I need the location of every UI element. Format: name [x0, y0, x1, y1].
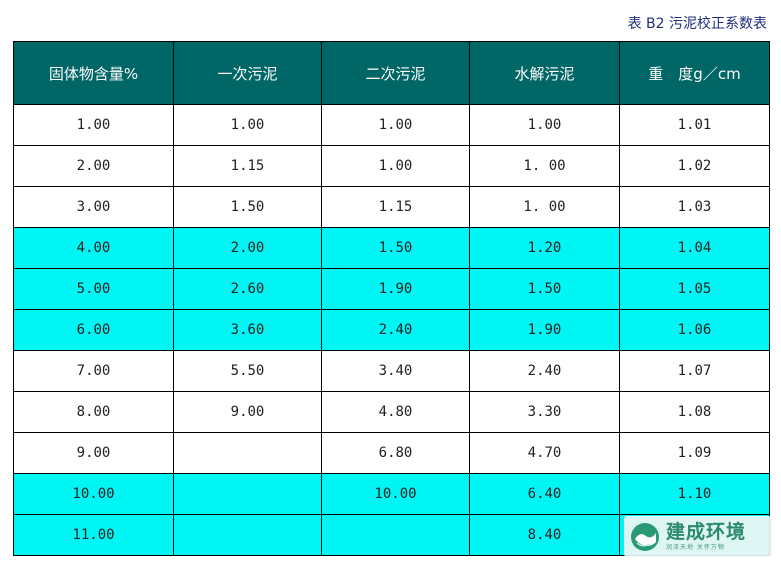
watermark-slogan: 润泽天地 关怀万物 [666, 543, 725, 551]
wave-logo-icon [631, 522, 659, 551]
cell-secondary-sludge: 1.50 [321, 227, 470, 269]
cell-density: 1.09 [619, 432, 770, 474]
table-row: 4.00 2.00 1.50 1.20 1.04 [13, 227, 770, 269]
cell-primary-sludge: 9.00 [173, 391, 322, 433]
cell-hydrolysis-sludge: 1.20 [469, 227, 620, 269]
cell-density: 1.01 [619, 104, 770, 146]
cell-secondary-sludge: 4.80 [321, 391, 470, 433]
header-row: 固体物含量% 一次污泥 二次污泥 水解污泥 重 度g／cm [13, 41, 770, 105]
table-row: 7.00 5.50 3.40 2.40 1.07 [13, 350, 770, 392]
cell-solid-content: 5.00 [13, 268, 174, 310]
cell-hydrolysis-sludge: 6.40 [469, 473, 620, 515]
cell-density: 1.02 [619, 145, 770, 187]
cell-primary-sludge: 1.15 [173, 145, 322, 187]
cell-secondary-sludge: 1.00 [321, 104, 470, 146]
table-row: 10.00 10.00 6.40 1.10 [13, 473, 770, 515]
cell-secondary-sludge: 3.40 [321, 350, 470, 392]
cell-density: 1.03 [619, 186, 770, 228]
header-hydrolysis-sludge: 水解污泥 [469, 41, 620, 105]
cell-primary-sludge [173, 514, 322, 556]
cell-density: 1.05 [619, 268, 770, 310]
table-caption: 表 B2 污泥校正系数表 [627, 16, 767, 32]
cell-primary-sludge: 3.60 [173, 309, 322, 351]
cell-solid-content: 4.00 [13, 227, 174, 269]
cell-solid-content: 10.00 [13, 473, 174, 515]
cell-secondary-sludge [321, 514, 470, 556]
cell-primary-sludge: 1.00 [173, 104, 322, 146]
header-secondary-sludge: 二次污泥 [321, 41, 470, 105]
cell-solid-content: 9.00 [13, 432, 174, 474]
cell-primary-sludge [173, 473, 322, 515]
cell-primary-sludge: 2.60 [173, 268, 322, 310]
cell-density: 1.04 [619, 227, 770, 269]
cell-hydrolysis-sludge: 1. 00 [469, 186, 620, 228]
cell-solid-content: 1.00 [13, 104, 174, 146]
cell-hydrolysis-sludge: 4.70 [469, 432, 620, 474]
table-row: 3.00 1.50 1.15 1. 00 1.03 [13, 186, 770, 228]
header-primary-sludge: 一次污泥 [173, 41, 322, 105]
cell-solid-content: 8.00 [13, 391, 174, 433]
cell-secondary-sludge: 2.40 [321, 309, 470, 351]
cell-solid-content: 3.00 [13, 186, 174, 228]
cell-secondary-sludge: 1.90 [321, 268, 470, 310]
table-row: 5.00 2.60 1.90 1.50 1.05 [13, 268, 770, 310]
cell-density: 1.06 [619, 309, 770, 351]
cell-density: 1.07 [619, 350, 770, 392]
cell-solid-content: 2.00 [13, 145, 174, 187]
cell-solid-content: 11.00 [13, 514, 174, 556]
table-row: 8.00 9.00 4.80 3.30 1.08 [13, 391, 770, 433]
cell-primary-sludge [173, 432, 322, 474]
header-density: 重 度g／cm [619, 41, 770, 105]
header-solid-content: 固体物含量% [13, 41, 174, 105]
cell-solid-content: 7.00 [13, 350, 174, 392]
cell-primary-sludge: 5.50 [173, 350, 322, 392]
table-row: 2.00 1.15 1.00 1. 00 1.02 [13, 145, 770, 187]
watermark-logo: 建成环境 润泽天地 关怀万物 [624, 516, 772, 557]
cell-density: 1.10 [619, 473, 770, 515]
cell-secondary-sludge: 6.80 [321, 432, 470, 474]
table-row: 9.00 6.80 4.70 1.09 [13, 432, 770, 474]
cell-hydrolysis-sludge: 3.30 [469, 391, 620, 433]
cell-secondary-sludge: 1.15 [321, 186, 470, 228]
cell-hydrolysis-sludge: 1.90 [469, 309, 620, 351]
cell-density: 1.08 [619, 391, 770, 433]
cell-hydrolysis-sludge: 1.00 [469, 104, 620, 146]
cell-hydrolysis-sludge: 1. 00 [469, 145, 620, 187]
cell-secondary-sludge: 10.00 [321, 473, 470, 515]
correction-coefficient-table: 固体物含量% 一次污泥 二次污泥 水解污泥 重 度g／cm 1.00 1.00 1.… [13, 41, 770, 556]
cell-hydrolysis-sludge: 1.50 [469, 268, 620, 310]
cell-secondary-sludge: 1.00 [321, 145, 470, 187]
cell-hydrolysis-sludge: 8.40 [469, 514, 620, 556]
table-body: 1.00 1.00 1.00 1.00 1.01 2.00 1.15 1.00 1. 00 1.0… [13, 104, 770, 556]
cell-solid-content: 6.00 [13, 309, 174, 351]
cell-hydrolysis-sludge: 2.40 [469, 350, 620, 392]
table-row: 1.00 1.00 1.00 1.00 1.01 [13, 104, 770, 146]
watermark-name: 建成环境 [666, 520, 747, 543]
table-row: 6.00 3.60 2.40 1.90 1.06 [13, 309, 770, 351]
cell-primary-sludge: 1.50 [173, 186, 322, 228]
cell-primary-sludge: 2.00 [173, 227, 322, 269]
